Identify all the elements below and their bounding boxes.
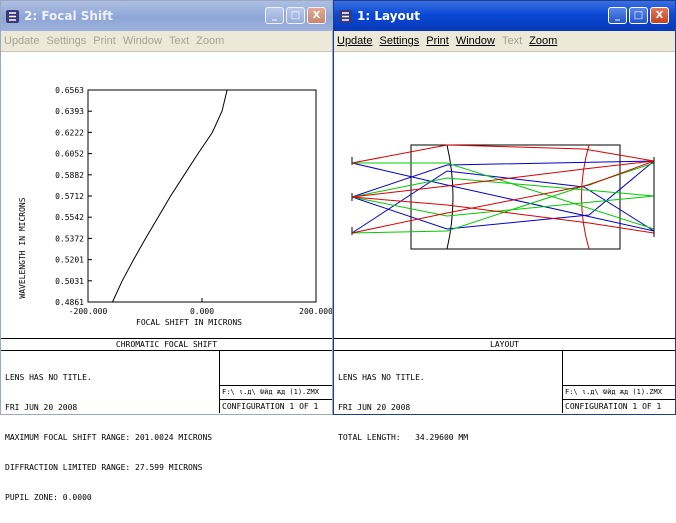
focal-shift-menu-bar: Update Settings Print Window Text Zoom [1, 31, 332, 52]
lens-title-line: LENS HAS NO TITLE. [5, 373, 92, 382]
configuration-label: CONFIGURATION 1 OF 1 [220, 399, 332, 413]
lens-surface-front [446, 144, 454, 250]
menu-update[interactable]: Update [337, 35, 372, 47]
minimize-button[interactable]: _ [265, 7, 284, 24]
configuration-label: CONFIGURATION 1 OF 1 [563, 399, 675, 413]
diffraction-limited-line: DIFFRACTION LIMITED RANGE: 27.599 MICRON… [5, 463, 203, 472]
file-path: F:\ ι.д\ ѿйд ѫд (1).ZMX [220, 385, 332, 399]
focal-shift-window[interactable]: 2: Focal Shift _ □ X Update Settings Pri… [0, 0, 333, 502]
chart-frame [87, 89, 317, 303]
pupil-zone-line: PUPIL ZONE: 0.0000 [5, 493, 92, 502]
ray-green-1 [352, 162, 655, 230]
ray-red-1 [351, 144, 655, 164]
y-tick-label: 0.5201 [55, 256, 84, 265]
x-tick-label: 0.000 [190, 307, 214, 316]
window-title: 1: Layout [357, 9, 421, 23]
minimize-button[interactable]: _ [608, 7, 627, 24]
ray-blue-1 [351, 162, 655, 232]
focal-shift-info-panel: CHROMATIC FOCAL SHIFT LENS HAS NO TITLE.… [1, 338, 332, 502]
layout-plot-area [334, 53, 675, 338]
max-focal-shift-line: MAXIMUM FOCAL SHIFT RANGE: 201.0024 MICR… [5, 433, 213, 442]
zemax-app-icon [338, 9, 353, 24]
menu-print[interactable]: Print [93, 35, 116, 47]
menu-window[interactable]: Window [456, 35, 495, 47]
layout-title-bar[interactable]: 1: Layout _ □ X [334, 1, 675, 31]
panel-title: LAYOUT [334, 339, 675, 351]
menu-print[interactable]: Print [426, 35, 449, 47]
y-tick-label: 0.5372 [55, 234, 84, 243]
window-title: 2: Focal Shift [24, 9, 114, 23]
lens-surface-rear [581, 144, 590, 250]
y-tick-label: 0.5542 [55, 213, 84, 222]
menu-settings[interactable]: Settings [379, 35, 419, 47]
date-line: FRI JUN 20 2008 [5, 403, 78, 412]
x-tick-label: 200.000 [299, 307, 332, 316]
y-tick-label: 0.4861 [55, 298, 84, 307]
zemax-app-icon [5, 9, 20, 24]
menu-zoom[interactable]: Zoom [529, 35, 557, 47]
ray-blue-4 [351, 160, 655, 230]
x-tick-label: -200.000 [69, 307, 108, 316]
close-button[interactable]: X [307, 7, 326, 24]
maximize-button[interactable]: □ [286, 7, 305, 24]
menu-text[interactable]: Text [169, 35, 189, 47]
panel-title: CHROMATIC FOCAL SHIFT [1, 339, 332, 351]
menu-window[interactable]: Window [123, 35, 162, 47]
x-axis-label: FOCAL SHIFT IN MICRONS [136, 318, 242, 327]
menu-zoom[interactable]: Zoom [196, 35, 224, 47]
y-tick-label: 0.6563 [55, 86, 84, 95]
layout-menu-bar: Update Settings Print Window Text Zoom [334, 31, 675, 52]
layout-info-panel: LAYOUT LENS HAS NO TITLE. FRI JUN 20 200… [334, 338, 675, 442]
y-tick-label: 0.5712 [55, 192, 84, 201]
close-button[interactable]: X [650, 7, 669, 24]
layout-window[interactable]: 1: Layout _ □ X Update Settings Print Wi… [333, 0, 676, 442]
y-tick-label: 0.6052 [55, 150, 84, 159]
total-length-line: TOTAL LENGTH: 34.29600 MM [338, 433, 469, 442]
focal-shift-plot-area: WAVELENGTH IN MICRONS FOCAL SHIFT IN MIC… [1, 53, 333, 338]
y-tick-label: 0.6222 [55, 128, 84, 137]
menu-text[interactable]: Text [502, 35, 522, 47]
focal-shift-chart: WAVELENGTH IN MICRONS FOCAL SHIFT IN MIC… [18, 86, 333, 327]
lens-layout-drawing [351, 144, 655, 250]
file-path: F:\ ι.д\ ѿйд ѫд (1).ZMX [563, 385, 675, 399]
menu-settings[interactable]: Settings [46, 35, 86, 47]
focal-shift-curve [112, 89, 228, 303]
y-axis-label: WAVELENGTH IN MICRONS [18, 197, 27, 298]
y-tick-label: 0.5882 [55, 171, 84, 180]
y-tick-label: 0.5031 [55, 277, 84, 286]
file-info-box: F:\ ι.д\ ѿйд ѫд (1).ZMX CONFIGURATION 1 … [562, 351, 675, 413]
y-tick-label: 0.6393 [55, 107, 84, 116]
focal-shift-title-bar[interactable]: 2: Focal Shift _ □ X [1, 1, 332, 31]
date-line: FRI JUN 20 2008 [338, 403, 411, 412]
lens-title-line: LENS HAS NO TITLE. [338, 373, 425, 382]
menu-update[interactable]: Update [4, 35, 39, 47]
lens-outline [410, 144, 621, 250]
maximize-button[interactable]: □ [629, 7, 648, 24]
file-info-box: F:\ ι.д\ ѿйд ѫд (1).ZMX CONFIGURATION 1 … [219, 351, 332, 413]
